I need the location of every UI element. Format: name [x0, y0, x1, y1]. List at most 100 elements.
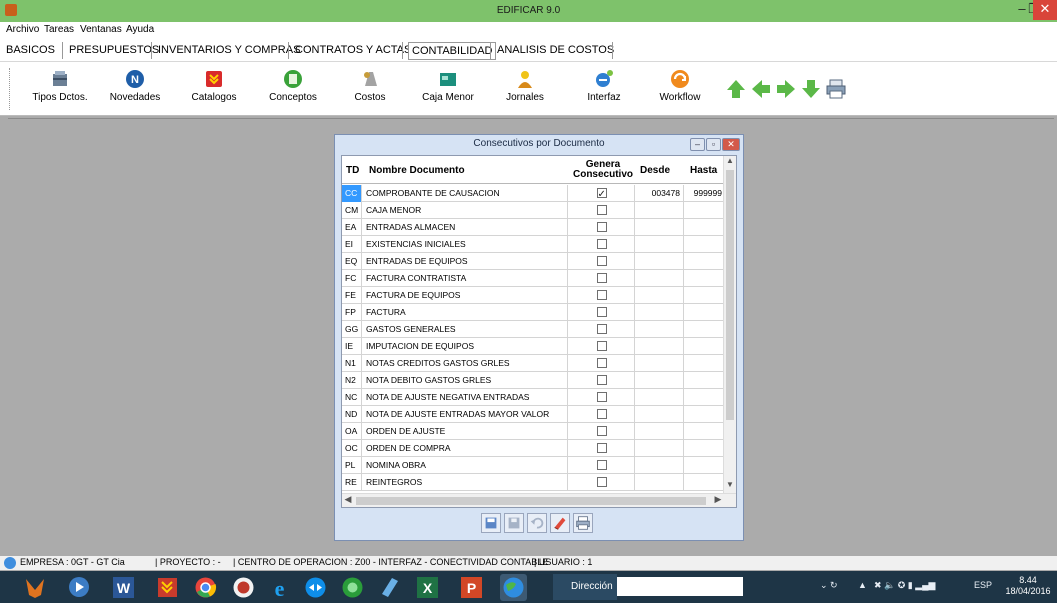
cell-hasta[interactable]: [685, 423, 724, 440]
cell-nombre[interactable]: FACTURA DE EQUIPOS: [363, 287, 568, 304]
disk-icon[interactable]: [504, 513, 524, 533]
cell-td[interactable]: GG: [342, 321, 362, 338]
edificar-icon[interactable]: [154, 574, 181, 601]
cell-td[interactable]: N2: [342, 372, 362, 389]
tab-presupuestos[interactable]: PRESUPUESTOS: [66, 42, 162, 60]
scroll-left-icon[interactable]: ◀: [342, 494, 354, 506]
cell-genera[interactable]: [569, 219, 635, 236]
table-row[interactable]: PL NOMINA OBRA: [342, 457, 724, 474]
cell-genera[interactable]: [569, 321, 635, 338]
globe-app-icon[interactable]: [500, 574, 527, 601]
tool-novedades[interactable]: N Novedades: [95, 66, 175, 112]
scroll-down-icon[interactable]: ▼: [724, 480, 736, 492]
cell-nombre[interactable]: COMPROBANTE DE CAUSACION: [363, 185, 568, 202]
cell-hasta[interactable]: [685, 202, 724, 219]
fox-app-icon[interactable]: [22, 574, 49, 601]
table-row[interactable]: OC ORDEN DE COMPRA: [342, 440, 724, 457]
cell-hasta[interactable]: [685, 338, 724, 355]
cell-td[interactable]: RE: [342, 474, 362, 491]
col-header-td[interactable]: TD: [346, 156, 364, 184]
tool-costos[interactable]: Costos: [330, 66, 410, 112]
cell-desde[interactable]: [636, 219, 684, 236]
table-row[interactable]: N2 NOTA DEBITO GASTOS GRLES: [342, 372, 724, 389]
tool-interfaz[interactable]: Interfaz: [564, 66, 644, 112]
cell-nombre[interactable]: FACTURA: [363, 304, 568, 321]
tab-contabilidad[interactable]: CONTABILIDAD: [408, 42, 497, 60]
undo-icon[interactable]: [527, 513, 547, 533]
powerpoint-icon[interactable]: P: [458, 574, 485, 601]
genera-checkbox[interactable]: [596, 323, 607, 334]
cell-genera[interactable]: [569, 389, 635, 406]
col-header-nombre[interactable]: Nombre Documento: [369, 156, 564, 184]
cell-hasta[interactable]: [685, 355, 724, 372]
table-row[interactable]: EA ENTRADAS ALMACEN: [342, 219, 724, 236]
genera-checkbox[interactable]: [596, 459, 607, 470]
language-indicator[interactable]: ESP: [974, 580, 992, 590]
table-row[interactable]: NC NOTA DE AJUSTE NEGATIVA ENTRADAS: [342, 389, 724, 406]
cell-td[interactable]: ND: [342, 406, 362, 423]
cell-desde[interactable]: [636, 423, 684, 440]
cell-genera[interactable]: [569, 338, 635, 355]
cell-genera[interactable]: [569, 270, 635, 287]
arrow-left-icon[interactable]: [750, 78, 772, 100]
vertical-scrollbar[interactable]: ▲ ▼: [723, 156, 736, 494]
cell-td[interactable]: OC: [342, 440, 362, 457]
cell-td[interactable]: EI: [342, 236, 362, 253]
cell-hasta[interactable]: [685, 287, 724, 304]
print-icon[interactable]: [825, 78, 847, 100]
cell-genera[interactable]: [569, 253, 635, 270]
cell-nombre[interactable]: EXISTENCIAS INICIALES: [363, 236, 568, 253]
tool-catalogos[interactable]: Catalogos: [174, 66, 254, 112]
genera-checkbox[interactable]: [596, 357, 607, 368]
cell-desde[interactable]: [636, 389, 684, 406]
col-header-genera[interactable]: Genera Consecutivo: [571, 156, 635, 184]
table-row[interactable]: CM CAJA MENOR: [342, 202, 724, 219]
media-player-icon[interactable]: [66, 574, 93, 601]
cell-nombre[interactable]: ENTRADAS DE EQUIPOS: [363, 253, 568, 270]
cell-nombre[interactable]: NOMINA OBRA: [363, 457, 568, 474]
cell-hasta[interactable]: [685, 219, 724, 236]
table-row[interactable]: FC FACTURA CONTRATISTA: [342, 270, 724, 287]
genera-checkbox[interactable]: [596, 255, 607, 266]
table-row[interactable]: RE REINTEGROS: [342, 474, 724, 491]
cell-desde[interactable]: [636, 287, 684, 304]
cell-genera[interactable]: [569, 406, 635, 423]
cell-desde[interactable]: [636, 304, 684, 321]
cell-hasta[interactable]: [685, 270, 724, 287]
clock[interactable]: 8.44 18/04/2016: [1001, 575, 1055, 597]
cell-td[interactable]: EA: [342, 219, 362, 236]
cell-hasta[interactable]: [685, 236, 724, 253]
table-row[interactable]: IE IMPUTACION DE EQUIPOS: [342, 338, 724, 355]
tab-basicos[interactable]: BASICOS: [3, 42, 58, 60]
cell-nombre[interactable]: NOTAS CREDITOS GASTOS GRLES: [363, 355, 568, 372]
table-row[interactable]: FP FACTURA: [342, 304, 724, 321]
cell-td[interactable]: IE: [342, 338, 362, 355]
cell-genera[interactable]: [569, 457, 635, 474]
table-row[interactable]: CCCOMPROBANTE DE CAUSACION 003478999999: [342, 185, 724, 202]
horizontal-scrollbar[interactable]: ◀ ▶: [342, 493, 736, 507]
tool-tipos-dctos[interactable]: Tipos Dctos.: [20, 66, 100, 112]
cell-genera[interactable]: [569, 355, 635, 372]
table-row[interactable]: FE FACTURA DE EQUIPOS: [342, 287, 724, 304]
cell-desde[interactable]: [636, 406, 684, 423]
close-button[interactable]: ✕: [1033, 0, 1057, 20]
menu-archivo[interactable]: Archivo: [6, 24, 39, 35]
cell-hasta[interactable]: [685, 321, 724, 338]
earth-browser-icon[interactable]: [230, 574, 257, 601]
cell-td[interactable]: FE: [342, 287, 362, 304]
tool-workflow[interactable]: Workflow: [640, 66, 720, 112]
genera-checkbox[interactable]: [596, 238, 607, 249]
cell-td[interactable]: CM: [342, 202, 362, 219]
cell-td[interactable]: EQ: [342, 253, 362, 270]
cell-desde[interactable]: [636, 270, 684, 287]
tool-jornales[interactable]: Jornales: [485, 66, 565, 112]
vertical-scroll-thumb[interactable]: [726, 170, 734, 420]
cell-nombre[interactable]: NOTA DE AJUSTE NEGATIVA ENTRADAS: [363, 389, 568, 406]
teamviewer-icon[interactable]: [302, 574, 329, 601]
cell-td[interactable]: PL: [342, 457, 362, 474]
tool-caja-menor[interactable]: Caja Menor: [408, 66, 488, 112]
cell-td[interactable]: OA: [342, 423, 362, 440]
cell-nombre[interactable]: IMPUTACION DE EQUIPOS: [363, 338, 568, 355]
print-icon[interactable]: [573, 513, 593, 533]
genera-checkbox[interactable]: [596, 374, 607, 385]
